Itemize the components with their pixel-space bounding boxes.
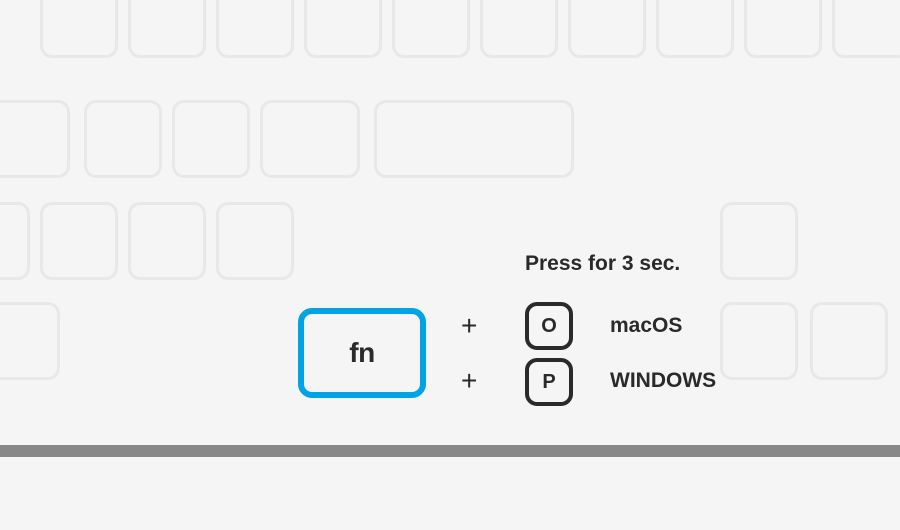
bg-key <box>84 100 162 178</box>
shortcut-key-label: O <box>541 315 557 338</box>
bg-key <box>128 202 206 280</box>
bg-key <box>216 202 294 280</box>
bg-key <box>568 0 646 58</box>
plus-icon: + <box>461 310 477 342</box>
shortcut-key-o: O <box>525 302 573 350</box>
bg-key <box>832 0 900 58</box>
os-label-macos: macOS <box>610 314 682 338</box>
shortcut-key-label: P <box>542 371 555 394</box>
bg-key <box>374 100 574 178</box>
plus-icon: + <box>461 365 477 397</box>
bg-key <box>720 202 798 280</box>
bg-key <box>744 0 822 58</box>
os-label-windows: WINDOWS <box>610 369 716 393</box>
bg-key <box>0 302 60 380</box>
bg-key <box>128 0 206 58</box>
bg-key <box>40 202 118 280</box>
bg-key <box>172 100 250 178</box>
bg-key <box>392 0 470 58</box>
bg-key <box>720 302 798 380</box>
fn-key: fn <box>298 308 426 398</box>
bg-key <box>304 0 382 58</box>
bg-key <box>0 100 70 178</box>
bg-key <box>216 0 294 58</box>
bg-key <box>40 0 118 58</box>
instruction-text: Press for 3 sec. <box>525 252 680 276</box>
bg-key <box>480 0 558 58</box>
fn-key-label: fn <box>349 337 374 369</box>
bg-key <box>656 0 734 58</box>
bg-key <box>810 302 888 380</box>
shortcut-key-p: P <box>525 358 573 406</box>
bg-key <box>260 100 360 178</box>
bg-key <box>0 202 30 280</box>
divider <box>0 445 900 457</box>
